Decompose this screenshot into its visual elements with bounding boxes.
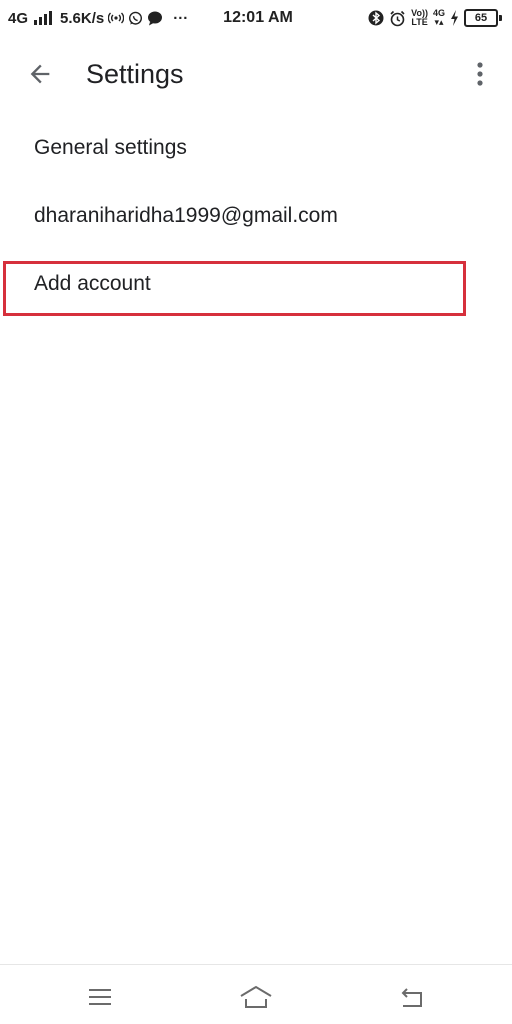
network-speed: 5.6K/s [60, 9, 105, 27]
net-right-icon: 4G ▾▴ [433, 9, 445, 27]
charging-icon [450, 10, 459, 26]
list-item-general-settings[interactable]: General settings [0, 114, 512, 182]
settings-list: General settings dharaniharidha1999@gmai… [0, 114, 512, 318]
page-title: Settings [86, 58, 184, 89]
navigation-bar [0, 964, 512, 1024]
whatsapp-icon [128, 11, 143, 26]
status-bar-right: Vo)) LTE 4G ▾▴ 65 [368, 0, 502, 36]
back-return-icon [401, 988, 422, 1007]
return-button[interactable] [384, 975, 440, 1019]
home-button[interactable] [228, 975, 284, 1019]
more-notifications: ··· [173, 9, 189, 27]
app-bar: Settings [0, 36, 512, 112]
home-icon [240, 985, 272, 1008]
status-bar: 4G 5.6K/s ··· 12:01 AM Vo)) LTE 4G ▾▴ 65 [0, 0, 512, 36]
more-vert-icon [477, 62, 483, 86]
list-item-account[interactable]: dharaniharidha1999@gmail.com [0, 182, 512, 250]
message-bubble-icon [147, 11, 163, 26]
arrow-back-icon [30, 64, 50, 84]
battery-tip [499, 15, 502, 21]
battery-icon: 65 [464, 9, 502, 27]
battery-level: 65 [464, 9, 498, 27]
status-bar-left: 4G 5.6K/s ··· [8, 0, 188, 36]
bluetooth-icon [368, 10, 384, 26]
menu-button[interactable] [72, 975, 128, 1019]
back-button[interactable] [14, 48, 66, 100]
net-right-bottom: ▾▴ [434, 17, 444, 27]
more-options-button[interactable] [456, 48, 504, 100]
volte-icon: Vo)) LTE [411, 9, 428, 27]
signal-bars-icon [34, 11, 53, 25]
alarm-icon [389, 10, 406, 27]
volte-bottom: LTE [411, 17, 428, 27]
list-item-add-account[interactable]: Add account [0, 250, 512, 318]
hotspot-icon [108, 11, 125, 25]
menu-icon [89, 989, 111, 1005]
clock: 12:01 AM [223, 9, 293, 26]
network-type: 4G [8, 9, 29, 27]
